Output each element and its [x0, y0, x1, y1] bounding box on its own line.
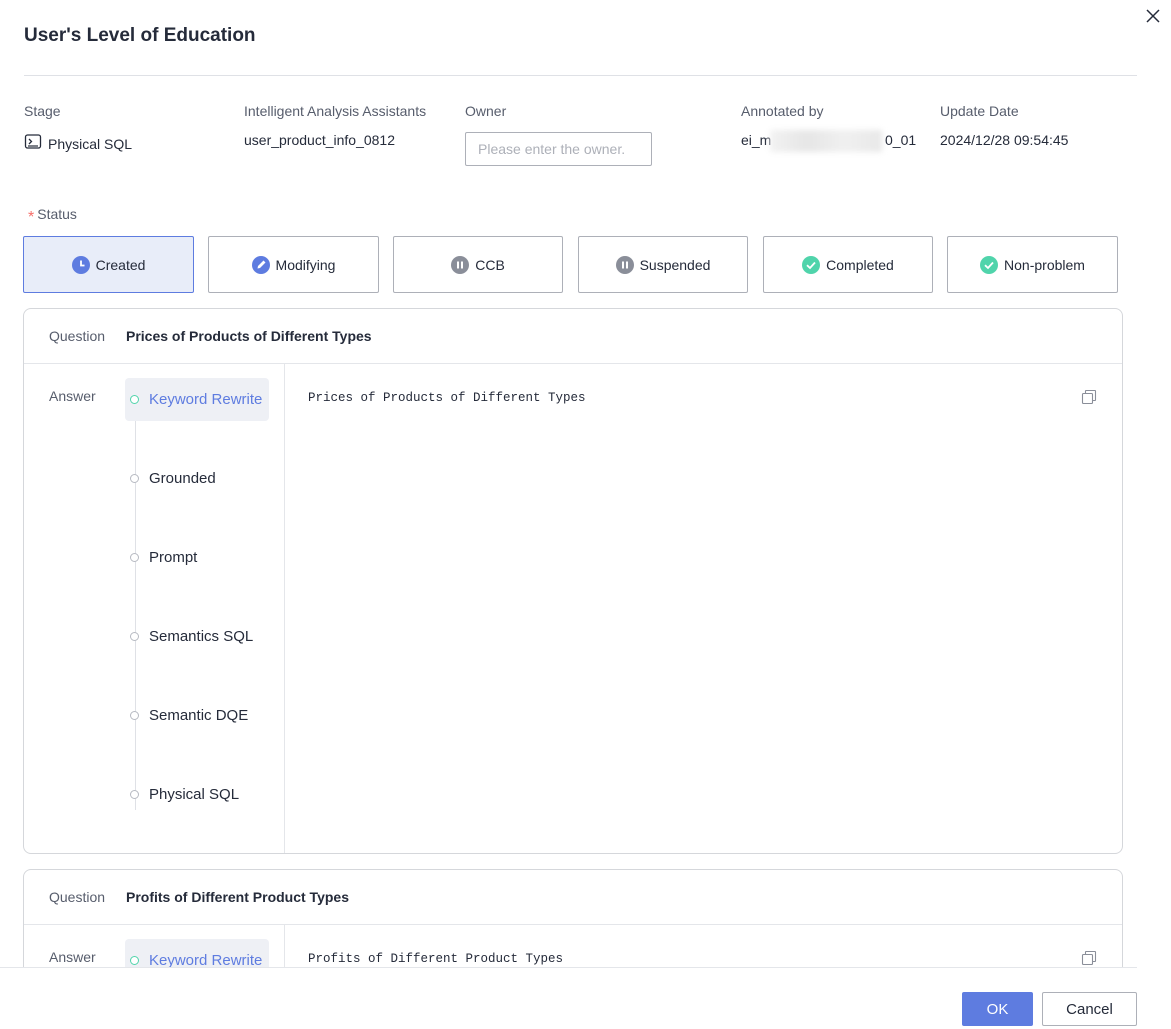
- question-row: Question Profits of Different Product Ty…: [24, 870, 1122, 925]
- close-icon[interactable]: [1143, 6, 1163, 26]
- status-label: * Status: [28, 206, 77, 226]
- step-dot: [130, 474, 139, 483]
- cancel-button[interactable]: Cancel: [1042, 992, 1137, 1026]
- check-icon: [980, 255, 999, 274]
- status-label: Completed: [826, 256, 894, 273]
- status-label-text: Status: [37, 206, 77, 222]
- status-modifying-button[interactable]: Modifying: [208, 236, 379, 293]
- annotated-by-value-end: 0_01: [885, 132, 917, 148]
- assistant-value: user_product_info_0812: [244, 132, 396, 148]
- step-physical-sql[interactable]: Physical SQL: [125, 773, 269, 816]
- terminal-icon: [24, 133, 42, 154]
- step-label: Semantics SQL: [149, 628, 254, 645]
- step-dot: [130, 553, 139, 562]
- clock-icon: [71, 255, 90, 274]
- step-dot: [130, 632, 139, 641]
- qa-card: Question Prices of Products of Different…: [23, 308, 1123, 854]
- step-label: Grounded: [149, 470, 216, 487]
- required-mark: *: [28, 209, 35, 226]
- status-completed-button[interactable]: Completed: [763, 236, 933, 293]
- question-label: Question: [49, 328, 106, 344]
- status-label: Created: [95, 256, 146, 273]
- answer-label: Answer: [49, 949, 96, 965]
- copy-icon[interactable]: [1080, 949, 1098, 967]
- status-created-button[interactable]: Created: [23, 236, 194, 293]
- step-grounded[interactable]: Grounded: [125, 457, 269, 500]
- question-label: Question: [49, 889, 106, 905]
- owner-input[interactable]: [465, 132, 652, 166]
- step-label: Physical SQL: [149, 786, 240, 803]
- answer-label: Answer: [49, 388, 96, 404]
- stage-text: Physical SQL: [48, 135, 133, 152]
- status-non-problem-button[interactable]: Non-problem: [947, 236, 1118, 293]
- pause-icon: [615, 255, 634, 274]
- status-label: Suspended: [639, 256, 711, 273]
- step-label: Prompt: [149, 549, 198, 566]
- status-ccb-button[interactable]: CCB: [393, 236, 563, 293]
- step-semantics-sql[interactable]: Semantics SQL: [125, 615, 269, 658]
- dialog: User's Level of Education Stage Physical…: [0, 0, 1171, 1029]
- divider: [24, 75, 1137, 76]
- stage-value: Physical SQL: [24, 133, 132, 154]
- answer-text: Profits of Different Product Types: [308, 952, 564, 966]
- question-text: Profits of Different Product Types: [126, 889, 349, 905]
- step-dot: [130, 790, 139, 799]
- copy-icon[interactable]: [1080, 388, 1098, 406]
- status-label: CCB: [475, 256, 505, 273]
- owner-label: Owner: [465, 103, 507, 119]
- dialog-title: User's Level of Education: [24, 25, 256, 46]
- status-label: Non-problem: [1004, 256, 1085, 273]
- answer-area: Answer Keyword Rewrite Grounded Prompt S…: [24, 364, 1122, 853]
- status-suspended-button[interactable]: Suspended: [578, 236, 748, 293]
- stage-label: Stage: [24, 103, 61, 119]
- ok-button[interactable]: OK: [962, 992, 1033, 1026]
- question-text: Prices of Products of Different Types: [126, 328, 372, 344]
- assistant-label: Intelligent Analysis Assistants: [244, 103, 427, 119]
- pencil-icon: [251, 255, 270, 274]
- step-label: Semantic DQE: [149, 707, 249, 724]
- step-keyword-rewrite[interactable]: Keyword Rewrite: [125, 378, 269, 421]
- step-label: Keyword Rewrite: [149, 391, 263, 408]
- annotated-by-label: Annotated by: [741, 103, 824, 119]
- step-timeline: Keyword Rewrite Grounded Prompt Semantic…: [125, 378, 269, 852]
- step-dot: [130, 711, 139, 720]
- update-date-label: Update Date: [940, 103, 1019, 119]
- status-label: Modifying: [275, 256, 336, 273]
- step-semantic-dqe[interactable]: Semantic DQE: [125, 694, 269, 737]
- pause-icon: [451, 255, 470, 274]
- question-row: Question Prices of Products of Different…: [24, 309, 1122, 364]
- update-date-value: 2024/12/28 09:54:45: [940, 132, 1069, 148]
- vertical-divider: [284, 364, 285, 853]
- check-icon: [802, 255, 821, 274]
- step-dot: [130, 395, 139, 404]
- annotated-by-value-start: ei_m: [741, 132, 772, 148]
- step-prompt[interactable]: Prompt: [125, 536, 269, 579]
- step-dot: [130, 956, 139, 965]
- answer-text: Prices of Products of Different Types: [308, 391, 586, 405]
- redacted-blur: [770, 130, 882, 152]
